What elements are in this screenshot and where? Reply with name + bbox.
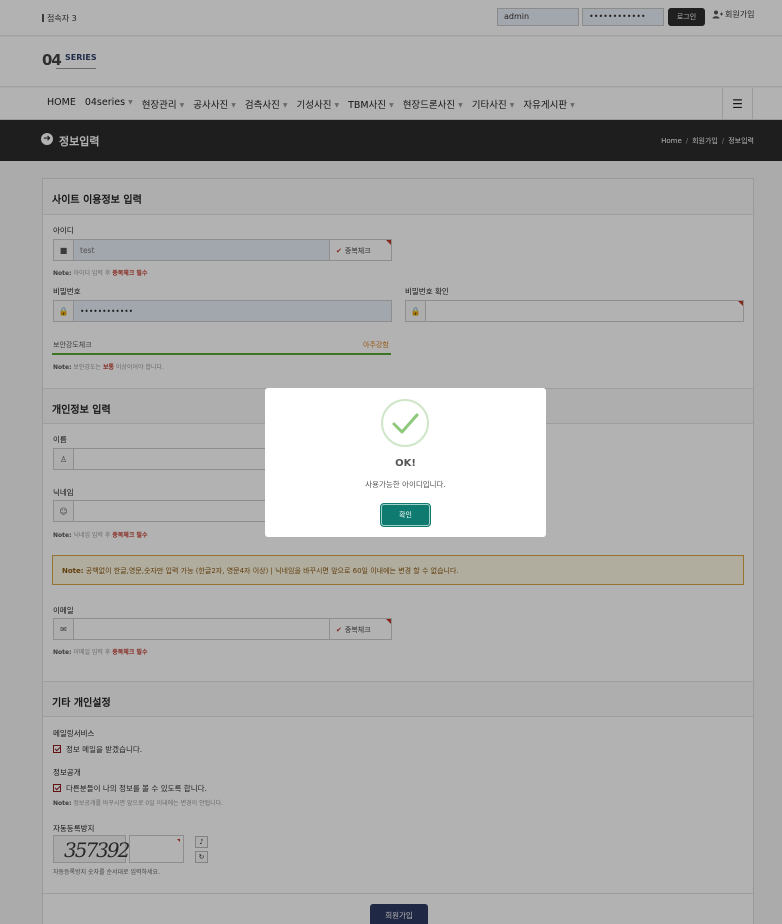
alert-modal: OK! 사용가능한 아이디입니다. 확인 bbox=[265, 388, 546, 537]
modal-confirm-button[interactable]: 확인 bbox=[381, 504, 430, 526]
modal-message: 사용가능한 아이디입니다. bbox=[365, 480, 446, 489]
success-check-icon bbox=[381, 399, 429, 447]
modal-title: OK! bbox=[395, 458, 416, 469]
